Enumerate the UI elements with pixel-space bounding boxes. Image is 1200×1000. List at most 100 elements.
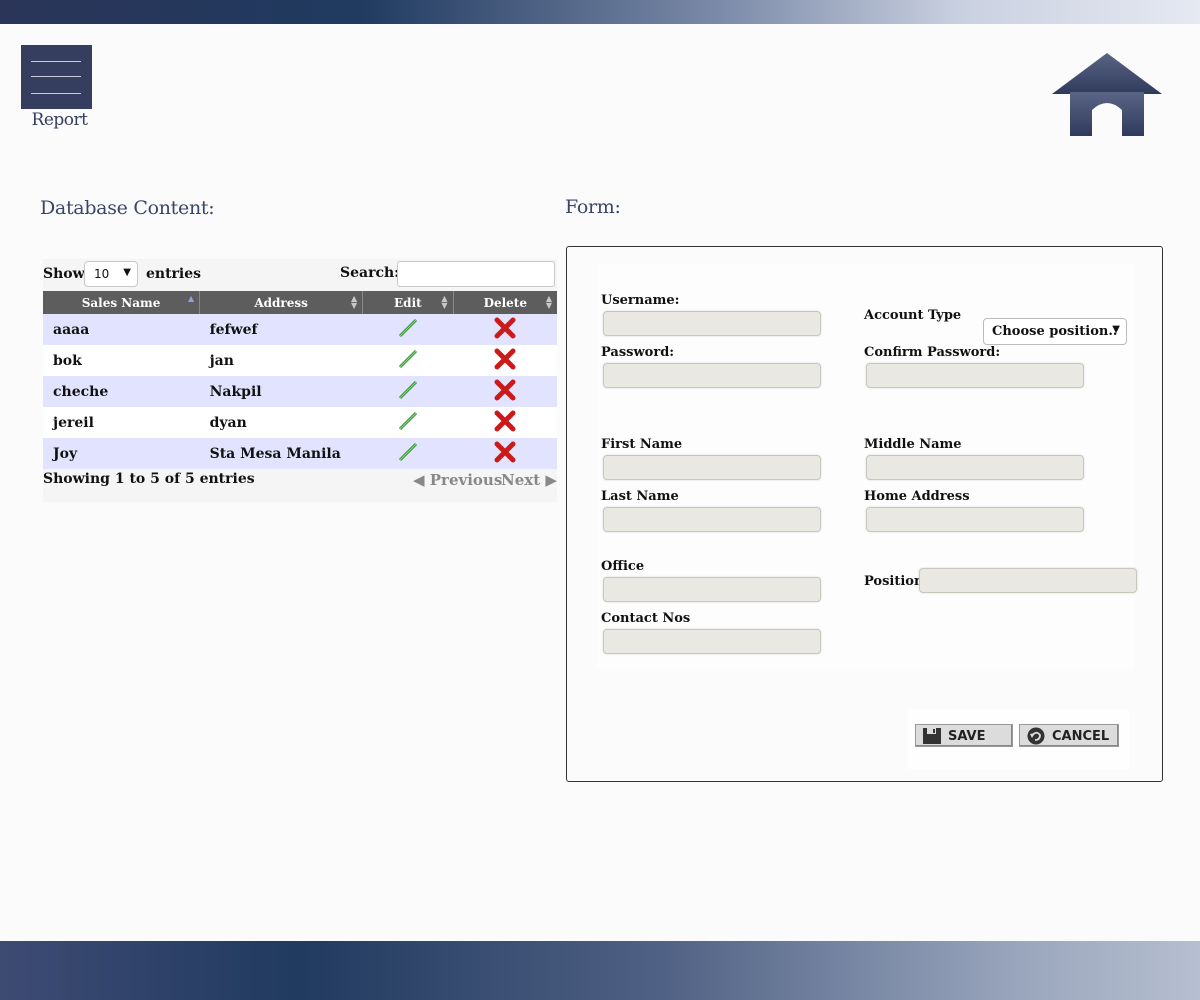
sales-table: Sales Name ▲ Address ▲ ▼ Edit ▲ ▼ Delete ▲… bbox=[43, 291, 557, 469]
pencil-icon[interactable] bbox=[397, 348, 419, 370]
undo-arrow-icon bbox=[1027, 727, 1045, 745]
office-label: Office bbox=[601, 559, 645, 574]
account-type-value: Choose position.. bbox=[992, 324, 1118, 339]
contact-nos-label: Contact Nos bbox=[601, 611, 691, 626]
cell-address: jan bbox=[199, 345, 363, 376]
cell-sales-name: jereil bbox=[43, 407, 200, 438]
account-type-select[interactable]: Choose position.. ▼ bbox=[983, 318, 1127, 345]
table-info: Showing 1 to 5 of 5 entries bbox=[43, 471, 255, 487]
user-form: Username: Account Type Choose position..… bbox=[566, 246, 1163, 782]
pencil-icon[interactable] bbox=[397, 441, 419, 463]
edit-cell[interactable] bbox=[362, 407, 454, 438]
cancel-label: CANCEL bbox=[1052, 729, 1110, 744]
delete-x-icon[interactable] bbox=[494, 348, 516, 370]
cell-address: fefwef bbox=[199, 314, 363, 345]
column-header-address[interactable]: Address ▲ ▼ bbox=[199, 291, 364, 314]
edit-cell[interactable] bbox=[362, 438, 454, 469]
delete-cell[interactable] bbox=[453, 407, 557, 438]
chevron-down-icon: ▼ bbox=[123, 267, 131, 278]
form-actions: SAVE CANCEL bbox=[907, 709, 1129, 769]
table-row: jereil dyan bbox=[43, 407, 557, 438]
first-name-input[interactable] bbox=[603, 455, 821, 480]
username-input[interactable] bbox=[603, 311, 821, 336]
password-label: Password: bbox=[601, 345, 675, 360]
hamburger-icon-line bbox=[31, 61, 81, 62]
column-header-label: Delete bbox=[483, 295, 527, 310]
bottom-banner bbox=[0, 941, 1200, 1000]
confirm-password-label: Confirm Password: bbox=[864, 345, 1001, 360]
hamburger-icon-line bbox=[31, 76, 81, 77]
column-header-delete[interactable]: Delete ▲ ▼ bbox=[453, 291, 557, 314]
data-table-panel: Show 10 ▼ entries Search: Sales Name ▲ A… bbox=[43, 259, 557, 502]
delete-cell[interactable] bbox=[453, 376, 557, 407]
table-row: cheche Nakpil bbox=[43, 376, 557, 407]
cell-address: Nakpil bbox=[199, 376, 363, 407]
menu-label[interactable]: Report bbox=[21, 110, 98, 130]
office-input[interactable] bbox=[603, 577, 821, 602]
last-name-label: Last Name bbox=[601, 489, 679, 504]
delete-x-icon[interactable] bbox=[494, 441, 516, 463]
delete-x-icon[interactable] bbox=[494, 379, 516, 401]
search-input[interactable] bbox=[397, 261, 555, 287]
next-label: Next bbox=[501, 471, 541, 489]
sort-both-icon: ▲ ▼ bbox=[545, 293, 552, 310]
last-name-input[interactable] bbox=[603, 507, 821, 532]
hamburger-icon-line bbox=[31, 93, 81, 94]
contact-nos-input[interactable] bbox=[603, 629, 821, 654]
delete-cell[interactable] bbox=[453, 438, 557, 469]
username-label: Username: bbox=[601, 293, 680, 308]
previous-button[interactable]: ◀ Previous bbox=[413, 471, 502, 489]
show-label: Show bbox=[43, 266, 85, 282]
edit-cell[interactable] bbox=[362, 345, 454, 376]
form-section-title: Form: bbox=[565, 196, 621, 218]
cell-address: dyan bbox=[199, 407, 363, 438]
cell-sales-name: cheche bbox=[43, 376, 200, 407]
chevron-down-icon: ▼ bbox=[1112, 324, 1120, 335]
home-address-label: Home Address bbox=[864, 489, 970, 504]
delete-x-icon[interactable] bbox=[494, 317, 516, 339]
chevron-left-icon: ◀ bbox=[413, 471, 425, 489]
delete-x-icon[interactable] bbox=[494, 410, 516, 432]
confirm-password-input[interactable] bbox=[866, 363, 1084, 388]
cell-address: Sta Mesa Manila bbox=[199, 438, 363, 469]
column-header-edit[interactable]: Edit ▲ ▼ bbox=[362, 291, 454, 314]
table-row: aaaa fefwef bbox=[43, 314, 557, 345]
sort-both-icon: ▲ ▼ bbox=[351, 293, 358, 310]
middle-name-label: Middle Name bbox=[864, 437, 962, 452]
cell-sales-name: bok bbox=[43, 345, 200, 376]
chevron-right-icon: ▶ bbox=[545, 471, 557, 489]
delete-cell[interactable] bbox=[453, 314, 557, 345]
top-banner bbox=[0, 0, 1200, 24]
form-fields-panel: Username: Account Type Choose position..… bbox=[597, 264, 1137, 669]
pencil-icon[interactable] bbox=[397, 379, 419, 401]
save-label: SAVE bbox=[948, 729, 986, 744]
floppy-disk-icon bbox=[923, 728, 941, 744]
previous-label: Previous bbox=[429, 471, 503, 489]
entries-length-select[interactable]: 10 ▼ bbox=[84, 261, 138, 287]
edit-cell[interactable] bbox=[362, 314, 454, 345]
home-address-input[interactable] bbox=[866, 507, 1084, 532]
entries-length-value: 10 bbox=[94, 267, 110, 281]
next-button[interactable]: Next ▶ bbox=[501, 471, 557, 489]
sort-asc-icon: ▲ bbox=[187, 293, 195, 303]
column-header-label: Sales Name bbox=[81, 295, 161, 310]
position-input[interactable] bbox=[919, 568, 1137, 593]
edit-cell[interactable] bbox=[362, 376, 454, 407]
table-section-title: Database Content: bbox=[40, 197, 215, 219]
column-header-label: Edit bbox=[394, 295, 422, 310]
save-button[interactable]: SAVE bbox=[915, 724, 1013, 747]
home-icon[interactable] bbox=[1050, 52, 1164, 140]
search-label: Search: bbox=[340, 265, 400, 281]
column-header-label: Address bbox=[254, 295, 308, 310]
account-type-label: Account Type bbox=[864, 308, 962, 323]
position-label: Position bbox=[864, 574, 924, 589]
middle-name-input[interactable] bbox=[866, 455, 1084, 480]
column-header-sales-name[interactable]: Sales Name ▲ bbox=[43, 291, 201, 314]
password-input[interactable] bbox=[603, 363, 821, 388]
cell-sales-name: Joy bbox=[43, 438, 200, 469]
pencil-icon[interactable] bbox=[397, 317, 419, 339]
pencil-icon[interactable] bbox=[397, 410, 419, 432]
cancel-button[interactable]: CANCEL bbox=[1019, 724, 1119, 747]
menu-button[interactable] bbox=[21, 45, 92, 109]
delete-cell[interactable] bbox=[453, 345, 557, 376]
